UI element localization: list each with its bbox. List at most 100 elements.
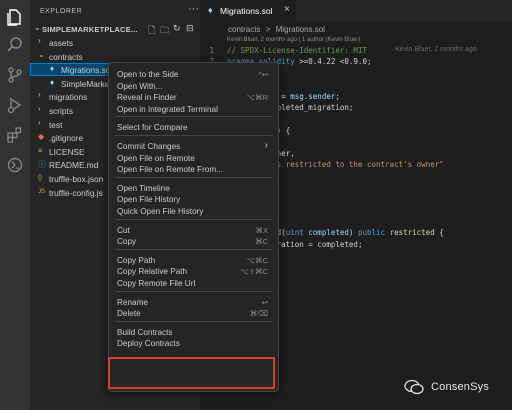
menu-item-delete[interactable]: Delete ⌘⌫ [109, 307, 278, 320]
inline-blame: Kevin Bluer, 2 months ago [395, 46, 477, 53]
menu-item-shortcut: ⌥⌘R [246, 93, 268, 103]
wechat-logo-icon [404, 379, 424, 395]
remote-icon[interactable] [6, 156, 24, 174]
menu-item-deploy-contracts[interactable]: Deploy Contracts [109, 337, 278, 350]
menu-separator [115, 176, 273, 178]
workspace-name: SIMPLEMARKETPLACE... [42, 25, 138, 34]
menu-item-label: Rename [117, 297, 148, 307]
json-icon: {} [38, 175, 43, 181]
chevron-down-icon: ⌄ [38, 49, 45, 59]
tree-item-label: scripts [49, 106, 73, 116]
menu-item-label: Open to the Side [117, 70, 179, 79]
menu-separator [115, 320, 273, 322]
chevron-right-icon: › [38, 36, 41, 45]
menu-item-label: Copy Path [117, 255, 156, 265]
tree-item-label: LICENSE [49, 146, 85, 157]
tree-item-label: .gitignore [49, 133, 84, 144]
breadcrumb-separator: > [265, 25, 271, 34]
menu-item-select-for-compare[interactable]: Select for Compare [109, 121, 278, 134]
menu-item-shortcut: ^↩ [258, 70, 268, 79]
tree-item-label: test [49, 119, 63, 130]
tree-item-label: README.md [49, 160, 99, 171]
menu-separator [115, 218, 273, 220]
menu-item-open-file-on-remote-from[interactable]: Open File on Remote From... [109, 163, 278, 176]
menu-item-label: Reveal in Finder [117, 93, 177, 103]
chevron-right-icon: › [38, 104, 41, 113]
tab-label: Migrations.sol [220, 6, 273, 16]
extensions-icon[interactable] [6, 126, 24, 144]
menu-item-label: Commit Changes [117, 142, 181, 151]
menu-item-label: Quick Open File History [117, 207, 204, 216]
breadcrumb: contracts > Migrations.sol [228, 25, 328, 34]
brand-watermark: ConsenSys [404, 378, 512, 398]
activity-bar [0, 0, 30, 410]
info-icon: ⓘ [38, 160, 46, 170]
highlight-annotation [108, 357, 275, 389]
js-icon: JS [38, 188, 46, 195]
menu-item-label: Delete [117, 309, 141, 319]
chevron-right-icon: › [38, 90, 41, 100]
tree-item[interactable]: › assets [30, 36, 200, 49]
breadcrumb-folder[interactable]: contracts [228, 25, 260, 34]
tree-item-label: contracts [49, 51, 83, 62]
menu-item-shortcut: ⌘X [255, 225, 268, 235]
chevron-down-icon: ⌄ [34, 23, 41, 32]
menu-item-label: Open File on Remote From... [117, 165, 224, 175]
menu-separator [115, 116, 273, 118]
menu-item-shortcut: ⌥⌘C [246, 255, 268, 265]
menu-item-shortcut: ↩ [261, 297, 268, 307]
git-icon: ◆ [38, 132, 45, 142]
menu-item-label: Open in Integrated Terminal [117, 104, 218, 114]
tree-item[interactable]: ⌄ contracts [30, 50, 200, 63]
close-icon[interactable]: × [284, 4, 290, 15]
tree-item-label: assets [49, 38, 73, 48]
solidity-file-icon: ♦ [50, 64, 55, 74]
menu-item-label: Cut [117, 225, 130, 235]
menu-item-copy[interactable]: Copy ⌘C [109, 235, 278, 248]
line-number: 1 [209, 46, 214, 55]
menu-item-open-in-integrated-terminal[interactable]: Open in Integrated Terminal [109, 103, 278, 116]
menu-item-label: Copy Remote File Url [117, 279, 196, 288]
menu-item-label: Open File on Remote [117, 153, 195, 163]
menu-item-label: Open File History [117, 195, 181, 205]
files-icon[interactable] [6, 8, 24, 26]
menu-item-label: Open Timeline [117, 183, 170, 193]
menu-item-shortcut: ⌥⇧⌘C [240, 267, 268, 277]
menu-separator [115, 248, 273, 250]
run-debug-icon[interactable] [6, 96, 24, 114]
menu-separator [115, 290, 273, 292]
explorer-title: EXPLORER [40, 8, 83, 15]
menu-item-label: Open With... [117, 81, 163, 91]
menu-separator [115, 135, 273, 136]
menu-item-label: Deploy Contracts [117, 339, 180, 349]
tree-item-label: SimpleMarket [61, 78, 112, 89]
menu-item-shortcut: ⌘⌫ [249, 309, 268, 319]
refresh-icon[interactable]: ↻ [173, 23, 181, 34]
tree-item-label: migrations [49, 92, 88, 103]
more-actions-icon[interactable]: ··· [188, 3, 199, 15]
source-control-icon[interactable] [6, 66, 24, 84]
tab-migrations-sol[interactable]: ♦ Migrations.sol × [200, 0, 296, 22]
tree-item-label: truffle-box.json [49, 174, 104, 184]
menu-item-label: Copy [117, 237, 137, 247]
chevron-right-icon: › [264, 140, 268, 151]
tab-bar: ♦ Migrations.sol × [200, 0, 512, 22]
license-icon: ≡ [38, 145, 43, 155]
collapse-all-icon[interactable]: ⊟ [186, 23, 194, 34]
code-line: 1 // SPDX-License-Identifier: MIT Kevin Bl… [200, 46, 512, 57]
tree-item-label: truffle-config.js [49, 187, 103, 198]
tree-item-label: Migrations.sol [61, 65, 113, 76]
context-menu: Open to the Side ^↩ Open With... Reveal in … [108, 62, 279, 392]
solidity-file-icon: ♦ [208, 5, 213, 15]
breadcrumb-file[interactable]: Migrations.sol [276, 25, 325, 34]
solidity-file-icon: ♦ [50, 77, 55, 87]
codelens-blame[interactable]: Kevin Bluer, 2 months ago | 1 author (Ke… [227, 37, 360, 43]
menu-item-quick-open-file-history[interactable]: Quick Open File History [109, 205, 278, 218]
brand-name: ConsenSys [431, 381, 490, 393]
menu-item-copy-remote-file-url[interactable]: Copy Remote File Url [109, 277, 278, 290]
search-icon[interactable] [6, 36, 24, 54]
chevron-right-icon: › [38, 117, 41, 127]
menu-item-label: Select for Compare [117, 123, 188, 133]
menu-item-label: Copy Relative Path [117, 267, 188, 277]
code-text: // SPDX-License-Identifier: MIT [227, 46, 367, 55]
